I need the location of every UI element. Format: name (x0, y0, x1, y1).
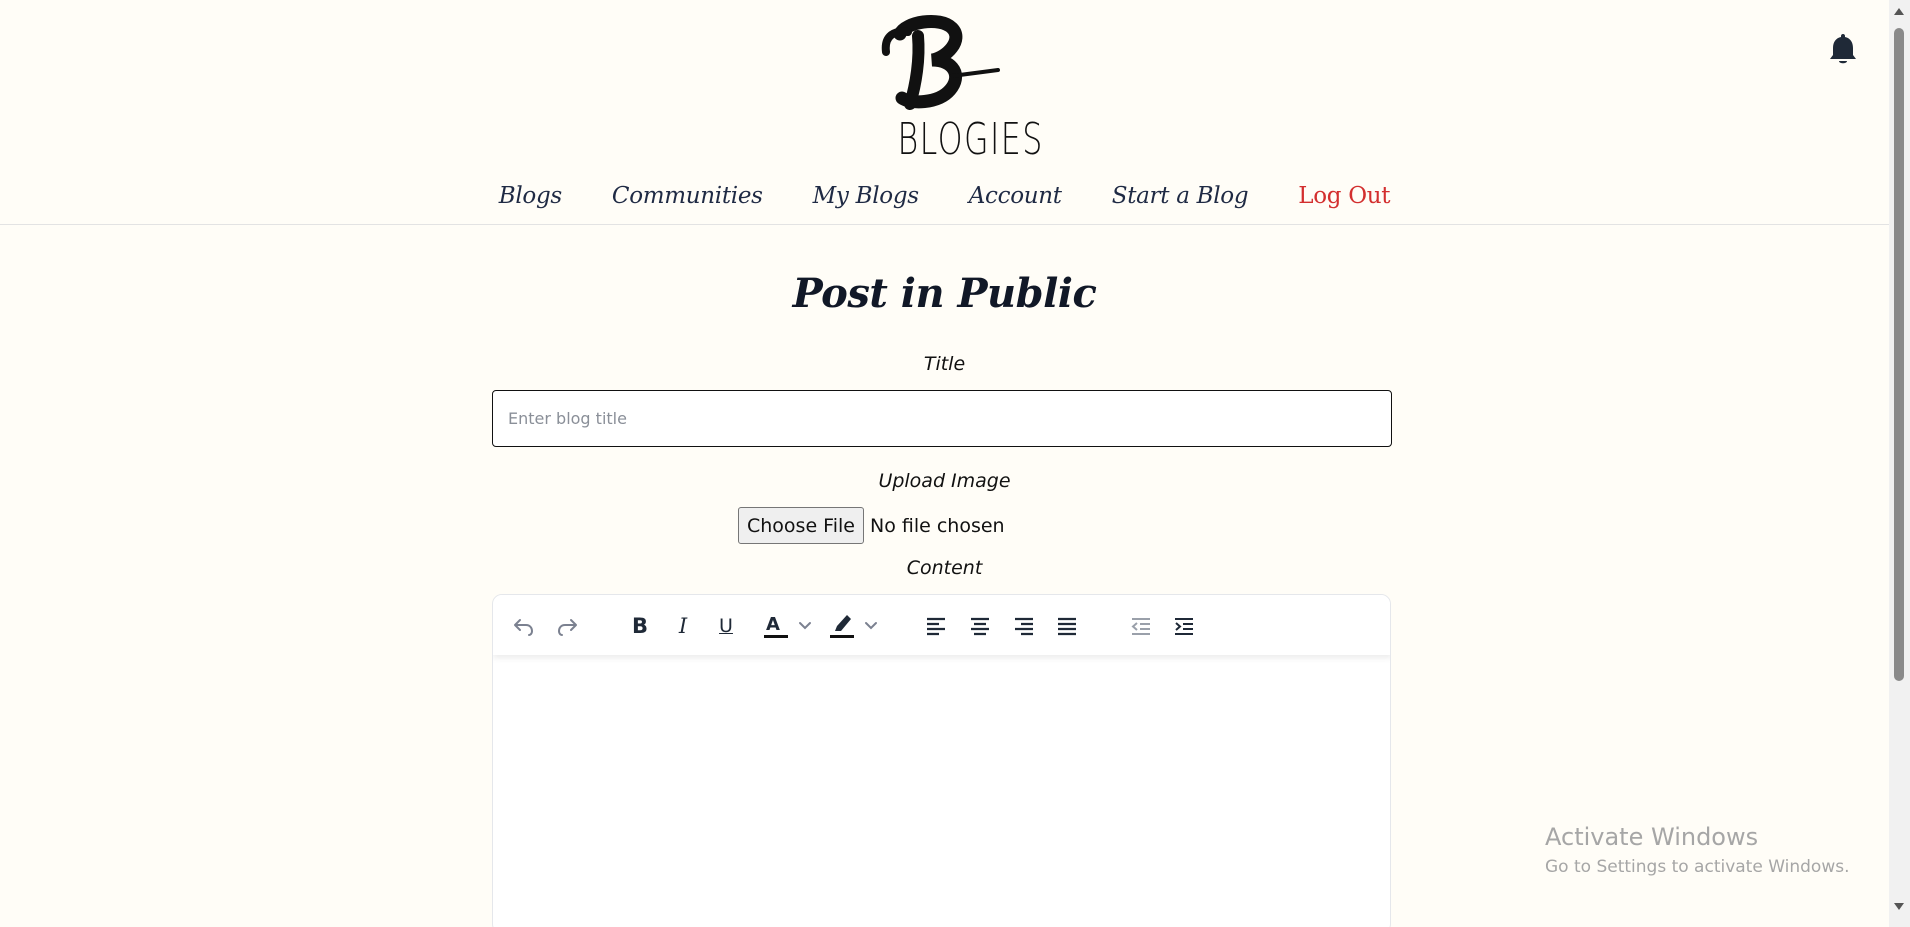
scroll-up-arrow-icon[interactable] (1894, 8, 1904, 15)
content-label: Content (906, 557, 983, 579)
site-header: BLOGIES Blogs Communities My Blogs Accou… (0, 0, 1889, 225)
italic-icon[interactable]: I (668, 611, 698, 641)
nav-item-blogs[interactable]: Blogs (499, 183, 562, 209)
scroll-thumb[interactable] (1894, 28, 1904, 681)
editor-content-area[interactable] (493, 655, 1390, 927)
file-upload: Choose File No file chosen (738, 507, 1005, 544)
outdent-icon[interactable] (1126, 611, 1156, 641)
bold-icon[interactable]: B (625, 611, 655, 641)
svg-text:A: A (766, 614, 780, 635)
align-justify-icon[interactable] (1052, 611, 1082, 641)
logo-mark (881, 15, 1000, 110)
align-center-icon[interactable] (965, 611, 995, 641)
indent-icon[interactable] (1169, 611, 1199, 641)
nav-item-account[interactable]: Account (969, 183, 1062, 209)
scroll-down-arrow-icon[interactable] (1894, 903, 1904, 910)
undo-icon[interactable] (508, 611, 538, 641)
upload-image-label: Upload Image (878, 470, 1011, 492)
underline-icon[interactable]: U (711, 611, 741, 641)
align-left-icon[interactable] (921, 611, 951, 641)
notification-bell-icon[interactable] (1828, 32, 1858, 66)
main-nav: Blogs Communities My Blogs Account Start… (0, 178, 1889, 214)
nav-item-start-a-blog[interactable]: Start a Blog (1112, 183, 1249, 209)
blogies-logo[interactable]: BLOGIES (880, 14, 1044, 165)
blog-title-input[interactable] (492, 390, 1392, 447)
title-label: Title (923, 353, 966, 375)
activate-windows-subtitle: Go to Settings to activate Windows. (1545, 857, 1850, 877)
logout-link[interactable]: Log Out (1298, 183, 1390, 209)
activate-windows-title: Activate Windows (1545, 823, 1759, 851)
brand-name: BLOGIES (897, 114, 1044, 165)
nav-item-communities[interactable]: Communities (612, 183, 763, 209)
align-right-icon[interactable] (1009, 611, 1039, 641)
page-scrollbar[interactable] (1889, 0, 1910, 927)
text-color-icon[interactable]: A (763, 611, 815, 641)
rich-text-editor: B I U A (492, 594, 1391, 927)
editor-toolbar: B I U A (493, 595, 1390, 655)
file-status-text: No file chosen (869, 514, 1005, 537)
highlight-icon[interactable] (829, 611, 881, 641)
choose-file-button[interactable]: Choose File (738, 507, 864, 544)
redo-icon[interactable] (553, 611, 583, 641)
nav-item-my-blogs[interactable]: My Blogs (813, 183, 919, 209)
page-title: Post in Public (792, 270, 1097, 317)
